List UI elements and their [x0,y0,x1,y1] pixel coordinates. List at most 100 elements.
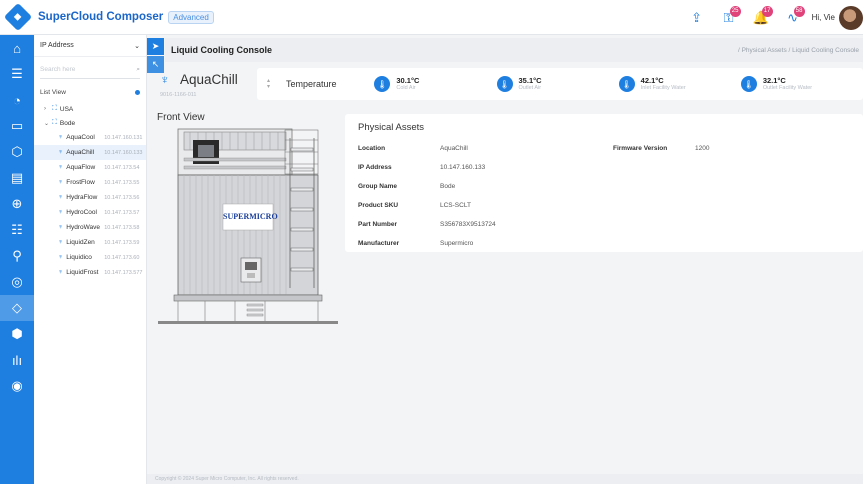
metric-label: Cold Air [396,85,416,91]
cube-icon[interactable]: ⬡ [0,139,34,165]
chevron-down-icon[interactable]: ⌄ [44,120,52,127]
asset-value: AquaChill [440,144,468,152]
analytics-icon[interactable]: ılı [0,347,34,373]
topology-icon[interactable]: ⚲ [0,243,34,269]
upload-icon-glyph: ⇪ [691,9,703,25]
asset-value: Supermicro [440,239,474,247]
group-icon: ⛶ [52,119,57,126]
notification-badge: 17 [761,5,773,17]
asset-value: 10.147.160.133 [440,163,486,171]
dashboard-icon[interactable]: ◔ [0,87,34,113]
cooling-unit-icon: ♆ [58,194,64,201]
asset-row: Group Name Bode [358,180,455,192]
cursor-icon: ↖ [151,59,160,69]
tree-device-hydrowave[interactable]: ♆ HydroWave 10.147.173.58 [34,220,146,235]
physical-assets-card: Physical Assets Location AquaChill IP Addr… [345,114,863,252]
asset-value: LCS-SCLT [440,201,471,209]
metric-label: Outlet Facility Water [762,85,813,91]
diagnostics-icon[interactable]: ◎ [0,269,34,295]
home-icon[interactable]: ⌂ [0,35,34,61]
tree-filter-select[interactable]: IP Address ⌄ [34,35,146,57]
device-name: AquaChill [180,72,238,87]
metric-text: 32.1°C Outlet Facility Water [763,76,812,92]
tree-group-bode[interactable]: ⌄ ⛶ Bode [34,116,146,130]
tree-search-input[interactable]: Search here ⌕ [40,61,140,79]
cursor-tool-button[interactable]: ↖ [147,56,164,73]
asset-row: Location AquaChill [358,142,468,154]
asset-key: Manufacturer [358,239,400,247]
asset-value: Bode [440,182,456,190]
servers-icon[interactable]: ☰ [0,61,34,87]
cooling-unit-icon: ♆ [58,164,64,171]
tree-filter-value: IP Address [40,42,74,49]
avatar[interactable] [839,5,863,30]
thermometer-icon: 🌡 [374,76,391,92]
tree-device-aquachill[interactable]: ♆ AquaChill 10.147.160.133 [34,145,146,160]
metric-text: 35.1°C Outlet Air [519,76,542,92]
tree-device-liquidzen[interactable]: ♆ LiquidZen 10.147.173.59 [34,235,146,250]
device-ip: 10.147.173.58 [104,224,140,231]
asset-value: S356783X9513724 [440,220,496,228]
metric-selector[interactable]: ▴ ▾ Temperature [257,78,374,90]
device-name: AquaChill [66,149,95,156]
device-name: FrostFlow [66,179,95,186]
device-name: LiquidZen [66,239,95,246]
network-icon[interactable]: ⊕ [0,191,34,217]
device-ip: 10.147.173.577 [104,269,143,276]
assets-title: Physical Assets [358,122,424,133]
tree-group-usa[interactable]: › ⛶ USA [34,102,146,116]
asset-key: Firmware Version [613,144,668,152]
device-ip: 10.147.173.55 [104,179,140,186]
notification-badge: 25 [729,5,741,17]
cooling-unit-icon: ♆ [58,209,64,216]
tree-device-hydrocool[interactable]: ♆ HydroCool 10.147.173.57 [34,205,146,220]
rack-brand-logo: SUPERMICRO [223,212,278,221]
asset-key: IP Address [358,163,392,171]
front-view-title: Front View [157,112,205,123]
cooling-unit-icon: ♆ [58,269,64,276]
breadcrumb: / Physical Assets / Liquid Cooling Conso… [737,46,859,54]
cooling-unit-icon: ♆ [58,254,64,261]
device-name: LiquidFrost [66,269,99,276]
storage-icon[interactable]: ▤ [0,165,34,191]
thermometer-icon: 🌡 [740,76,757,92]
hexagon-icon[interactable]: ⬢ [0,321,34,347]
tree-device-hydraflow[interactable]: ♆ HydraFlow 10.147.173.56 [34,190,146,205]
tree-device-liquidfrost[interactable]: ♆ LiquidFrost 10.147.173.577 [34,265,146,280]
key-icon[interactable]: ⚿ 25 [716,5,742,31]
database-icon[interactable]: ☷ [0,217,34,243]
bell-icon[interactable]: 🔔 17 [748,5,774,31]
tree-device-liquidico[interactable]: ♆ Liquidico 10.147.173.60 [34,250,146,265]
cooling-unit-icon: ♆ [58,224,64,231]
device-ip: 10.147.160.133 [104,149,143,156]
chevron-right-icon[interactable]: › [44,106,52,112]
edition-badge: Advanced [168,10,214,24]
tree-device-aquacool[interactable]: ♆ AquaCool 10.147.160.131 [34,130,146,145]
toggle-dot-icon[interactable] [135,89,140,95]
cooling-unit-icon: ♆ [58,149,64,156]
monitor-icon[interactable]: ▭ [0,113,34,139]
tree-search-placeholder: Search here [40,66,76,73]
rack-front-view-image: SUPERMICRO [157,128,338,325]
sort-arrows-icon: ▴ ▾ [267,78,271,90]
device-name: Liquidico [66,254,92,261]
supercloud-logo-icon: ◆ [3,2,33,32]
collapse-panel-button[interactable]: ➤ [147,38,164,55]
activity-icon[interactable]: ∿ 58 [780,5,806,31]
temperature-metric: 🌡 42.1°C Inlet Facility Water [618,76,741,92]
metric-value: 30.1°C [396,76,420,85]
top-bar: ◆ SuperCloud Composer Advanced ⇪ ⚿ 25 🔔 17 ∿ 5… [0,0,863,35]
tree-device-frostflow[interactable]: ♆ FrostFlow 10.147.173.55 [34,175,146,190]
asset-row: Product SKU LCS-SCLT [358,199,471,211]
chevron-down-icon: ⌄ [134,42,140,50]
tree-group-label: Bode [59,119,76,127]
metric-label: Inlet Facility Water [640,85,686,91]
metric-value: 32.1°C [762,76,786,85]
cooling-icon[interactable]: ◇ [0,295,34,321]
app-logo[interactable]: ◆ SuperCloud Composer Advanced [3,2,214,32]
security-icon[interactable]: ◉ [0,373,34,399]
list-view-row[interactable]: List View [34,85,146,99]
tree-device-aquaflow[interactable]: ♆ AquaFlow 10.147.173.54 [34,160,146,175]
upload-icon[interactable]: ⇪ [684,5,710,31]
device-name: HydroWave [66,224,100,231]
